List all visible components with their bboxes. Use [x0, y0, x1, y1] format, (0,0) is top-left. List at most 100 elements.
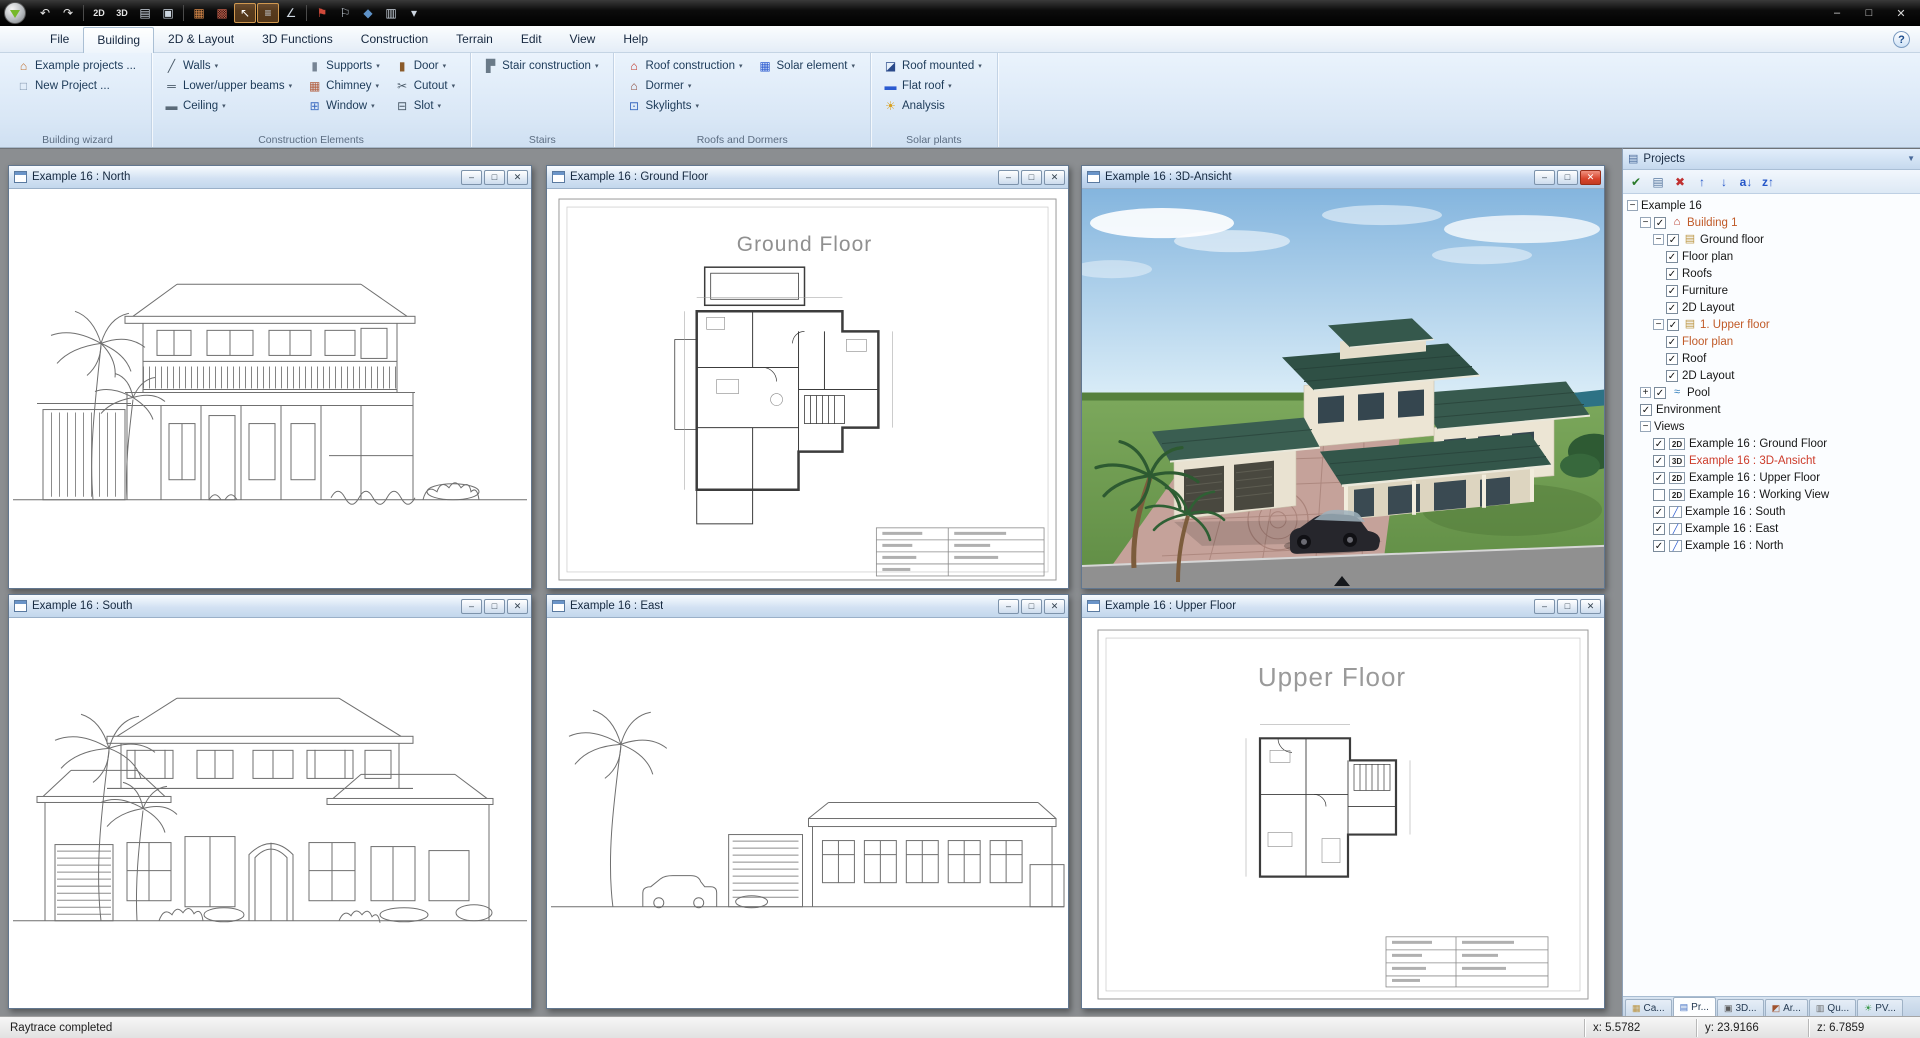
checkbox[interactable]: ✓ — [1667, 319, 1679, 331]
help-button[interactable]: ? — [1893, 31, 1910, 48]
ribbon-button-slot[interactable]: ⊟Slot▾ — [389, 96, 460, 116]
collapse-icon[interactable]: − — [1640, 217, 1651, 228]
panel-tab-pr[interactable]: ▤Pr... — [1673, 997, 1716, 1016]
ribbon-button-stair-construction[interactable]: ▛Stair construction▾ — [477, 56, 603, 76]
ribbon-button-window[interactable]: ⊞Window▾ — [301, 96, 385, 116]
ribbon-button-lower-upper-beams[interactable]: ═Lower/upper beams▾ — [158, 76, 297, 96]
checkbox[interactable]: ✓ — [1653, 438, 1665, 450]
checkbox[interactable]: ✓ — [1667, 234, 1679, 246]
collapse-icon[interactable]: − — [1653, 234, 1664, 245]
tree-item-2d-layout[interactable]: ✓2D Layout — [1623, 367, 1920, 384]
checkbox[interactable]: ✓ — [1654, 217, 1666, 229]
undo-button[interactable]: ↶ — [34, 3, 56, 23]
ribbon-button-skylights[interactable]: ⊡Skylights▾ — [620, 96, 747, 116]
south-elevation-canvas[interactable] — [9, 618, 531, 1008]
window-close-button[interactable]: ✕ — [507, 170, 528, 185]
panel-tab-qu[interactable]: ▥Qu... — [1809, 999, 1856, 1016]
tree-item-example-16-south[interactable]: ✓╱Example 16 : South — [1623, 503, 1920, 520]
tile-windows-button[interactable]: ▤ — [134, 3, 156, 23]
view-2d-button[interactable]: 2D — [88, 3, 110, 23]
ribbon-button-example-projects[interactable]: ⌂Example projects ... — [10, 56, 141, 76]
ribbon-button-analysis[interactable]: ☀Analysis — [877, 96, 987, 116]
window-titlebar[interactable]: Example 16 : Upper Floor – □ ✕ — [1082, 595, 1604, 618]
window-maximize-button[interactable]: □ — [1557, 599, 1578, 614]
app-close-button[interactable]: ✕ — [1886, 3, 1916, 23]
window-maximize-button[interactable]: □ — [1021, 599, 1042, 614]
ribbon-button-dormer[interactable]: ⌂Dormer▾ — [620, 76, 747, 96]
north-elevation-canvas[interactable] — [9, 189, 531, 588]
ribbon-button-roof-construction[interactable]: ⌂Roof construction▾ — [620, 56, 747, 76]
checkbox[interactable]: ✓ — [1666, 370, 1678, 382]
checkbox[interactable]: ✓ — [1666, 285, 1678, 297]
checkbox[interactable] — [1653, 489, 1665, 501]
checkbox[interactable]: ✓ — [1666, 302, 1678, 314]
window-close-button[interactable]: ✕ — [1044, 599, 1065, 614]
tree-item-example-16-east[interactable]: ✓╱Example 16 : East — [1623, 520, 1920, 537]
tree-item-furniture[interactable]: ✓Furniture — [1623, 282, 1920, 299]
menu-tab-view[interactable]: View — [556, 26, 610, 52]
confirm-check-button[interactable]: ✔ — [1626, 172, 1646, 191]
redo-button[interactable]: ↷ — [57, 3, 79, 23]
ground-floor-plan-canvas[interactable]: Ground Floor — [547, 189, 1068, 588]
tree-item-example-16-ground-floor[interactable]: ✓2DExample 16 : Ground Floor — [1623, 435, 1920, 452]
app-minimize-button[interactable]: – — [1822, 3, 1852, 23]
upper-floor-plan-canvas[interactable]: Upper Floor — [1082, 618, 1604, 1008]
menu-tab-file[interactable]: File — [36, 26, 83, 52]
move-down-button[interactable]: ↓ — [1714, 172, 1734, 191]
tree-item-example-16[interactable]: −Example 16 — [1623, 197, 1920, 214]
window-close-button[interactable]: ✕ — [1044, 170, 1065, 185]
ribbon-button-walls[interactable]: ╱Walls▾ — [158, 56, 297, 76]
window-maximize-button[interactable]: □ — [484, 170, 505, 185]
checkbox[interactable]: ✓ — [1640, 404, 1652, 416]
window-minimize-button[interactable]: – — [998, 170, 1019, 185]
tree-item-ground-floor[interactable]: −✓▤Ground floor — [1623, 231, 1920, 248]
view-3d-button[interactable]: 3D — [111, 3, 133, 23]
window-minimize-button[interactable]: – — [1534, 599, 1555, 614]
ribbon-button-cutout[interactable]: ✂Cutout▾ — [389, 76, 460, 96]
window-minimize-button[interactable]: – — [1534, 170, 1555, 185]
delete-view-button[interactable]: ✖ — [1670, 172, 1690, 191]
panel-tab-pv[interactable]: ☀PV... — [1857, 999, 1903, 1016]
menu-tab-terrain[interactable]: Terrain — [442, 26, 507, 52]
window-titlebar[interactable]: Example 16 : North – □ ✕ — [9, 166, 531, 189]
menu-tab-3d-functions[interactable]: 3D Functions — [248, 26, 347, 52]
brick-texture-button[interactable]: ▩ — [211, 3, 233, 23]
catalog-button[interactable]: ▥ — [380, 3, 402, 23]
checkbox[interactable]: ✓ — [1666, 353, 1678, 365]
tree-item-roof[interactable]: ✓Roof — [1623, 350, 1920, 367]
ribbon-button-new-project[interactable]: □New Project ... — [10, 76, 141, 96]
more-button[interactable]: ▾ — [403, 3, 425, 23]
checkbox[interactable]: ✓ — [1666, 251, 1678, 263]
ribbon-button-roof-mounted[interactable]: ◪Roof mounted▾ — [877, 56, 987, 76]
checkbox[interactable]: ✓ — [1666, 268, 1678, 280]
flag-red-button[interactable]: ⚑ — [311, 3, 333, 23]
checkbox[interactable]: ✓ — [1653, 455, 1665, 467]
ribbon-button-supports[interactable]: ▮Supports▾ — [301, 56, 385, 76]
window-titlebar[interactable]: Example 16 : Ground Floor – □ ✕ — [547, 166, 1068, 189]
select-pointer-button[interactable]: ↖ — [234, 3, 256, 23]
checkbox[interactable]: ✓ — [1653, 506, 1665, 518]
eraser-button[interactable]: ◆ — [357, 3, 379, 23]
checkbox[interactable]: ✓ — [1653, 472, 1665, 484]
checkbox[interactable]: ✓ — [1654, 387, 1666, 399]
window-titlebar[interactable]: Example 16 : South – □ ✕ — [9, 595, 531, 618]
panel-tab-ar[interactable]: ◩Ar... — [1765, 999, 1808, 1016]
tree-item-2d-layout[interactable]: ✓2D Layout — [1623, 299, 1920, 316]
app-logo[interactable] — [4, 2, 26, 24]
window-close-button[interactable]: ✕ — [1580, 599, 1601, 614]
app-maximize-button[interactable]: □ — [1854, 3, 1884, 23]
menu-tab-help[interactable]: Help — [609, 26, 662, 52]
ribbon-button-door[interactable]: ▮Door▾ — [389, 56, 460, 76]
menu-tab-edit[interactable]: Edit — [507, 26, 556, 52]
tree-item-pool[interactable]: +✓≈Pool — [1623, 384, 1920, 401]
hatch-tool-button[interactable]: ≡ — [257, 3, 279, 23]
tree-item-example-16-north[interactable]: ✓╱Example 16 : North — [1623, 537, 1920, 554]
ribbon-button-solar-element[interactable]: ▦Solar element▾ — [752, 56, 860, 76]
sort-ascending-button[interactable]: a↓ — [1736, 172, 1756, 191]
checkbox[interactable]: ✓ — [1666, 336, 1678, 348]
color-palette-button[interactable]: ▦ — [188, 3, 210, 23]
collapse-icon[interactable]: − — [1640, 421, 1651, 432]
cascade-windows-button[interactable]: ▣ — [157, 3, 179, 23]
tree-item-example-16-upper-floor[interactable]: ✓2DExample 16 : Upper Floor — [1623, 469, 1920, 486]
window-close-button[interactable]: ✕ — [507, 599, 528, 614]
